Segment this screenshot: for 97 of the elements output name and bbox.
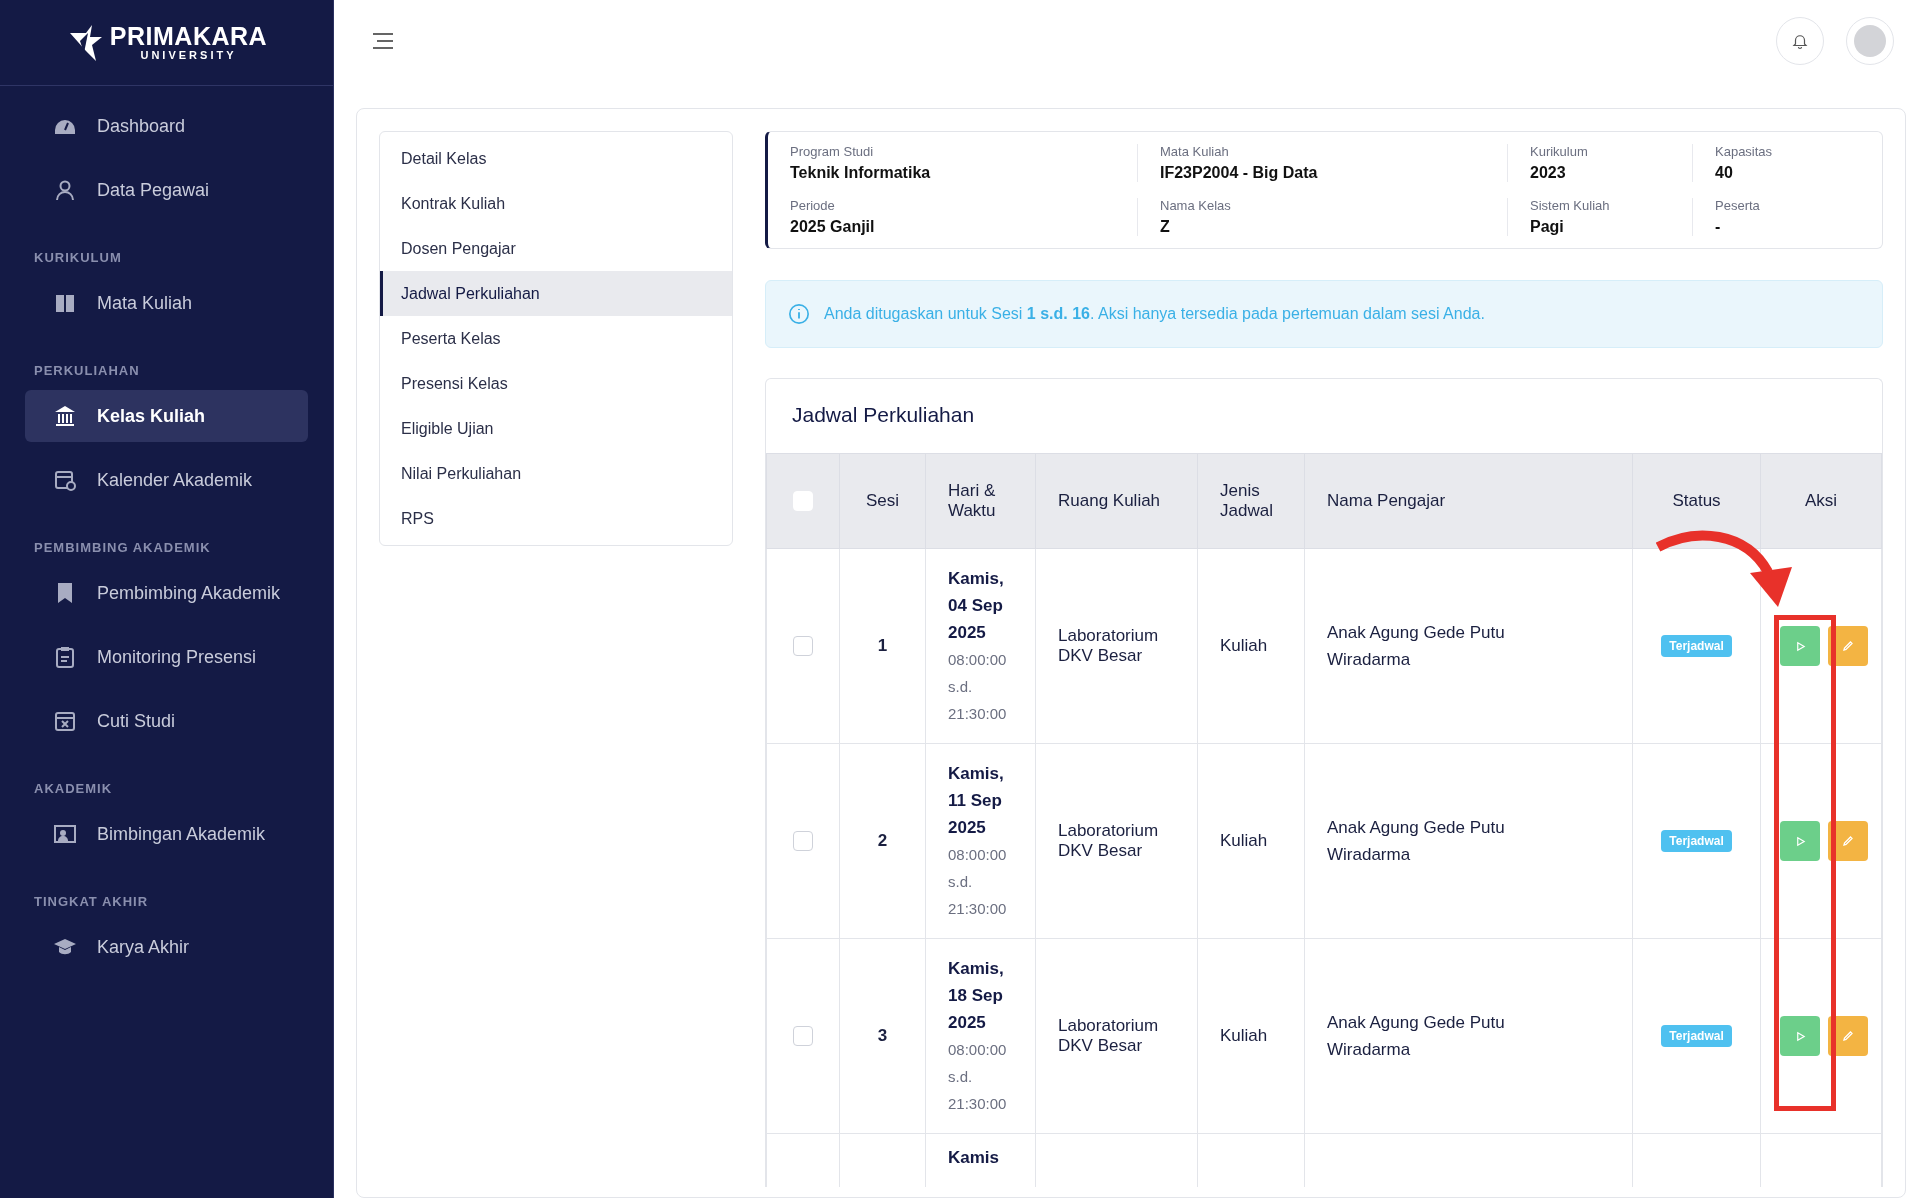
card-title: Jadwal Perkuliahan [791, 402, 976, 428]
sidebar-item[interactable]: Karya Akhir [25, 921, 308, 973]
start-button[interactable] [1780, 1016, 1820, 1056]
info-label: Program Studi [790, 144, 875, 159]
status-badge: Terjadwal [1661, 830, 1732, 852]
column-header: Aksi [1760, 453, 1882, 549]
info-label: Kapasitas [1715, 144, 1774, 159]
info-value: - [1715, 218, 1722, 236]
room-name: Laboratorium DKV Besar [1058, 821, 1159, 860]
info-value: 2023 [1530, 164, 1567, 182]
sidebar-item[interactable]: Pembimbing Akademik [25, 567, 308, 619]
edit-button[interactable] [1828, 821, 1868, 861]
pencil-icon [1842, 640, 1854, 652]
room-name: Laboratorium DKV Besar [1058, 1016, 1159, 1055]
row-checkbox[interactable] [793, 636, 813, 657]
info-label: Sistem Kuliah [1530, 198, 1611, 213]
sidebar-heading: AKADEMIK [33, 780, 114, 798]
info-label: Nama Kelas [1160, 198, 1232, 213]
brand-name: PRIMAKARA [109, 24, 268, 49]
detail-nav-item[interactable]: Eligible Ujian [380, 406, 732, 451]
sidebar-heading: PERKULIAHAN [33, 362, 141, 380]
info-label: Peserta [1715, 198, 1761, 213]
detail-nav-item[interactable]: Peserta Kelas [380, 316, 732, 361]
lecturer-name: Anak Agung Gede Putu Wiradarma [1327, 622, 1506, 671]
detail-nav-item[interactable]: Nilai Perkuliahan [380, 451, 732, 496]
play-icon [1794, 640, 1806, 652]
session-number: 3 [877, 1026, 888, 1045]
sidebar-item[interactable]: Cuti Studi [25, 695, 308, 747]
row-checkbox[interactable] [793, 1026, 813, 1047]
column-header: Status [1632, 453, 1761, 549]
sidebar-item[interactable]: Bimbingan Akademik [25, 808, 308, 860]
pencil-icon [1842, 1030, 1854, 1042]
schedule-type: Kuliah [1220, 831, 1268, 850]
edit-button[interactable] [1828, 626, 1868, 666]
menu-icon[interactable] [372, 32, 394, 50]
status-badge: Terjadwal [1661, 1025, 1732, 1047]
bell-icon [1791, 32, 1809, 50]
building-icon [53, 404, 77, 428]
row-checkbox[interactable] [793, 831, 813, 852]
session-time: 08:00:00 s.d. 21:30:00 [948, 1040, 1008, 1114]
info-value: Z [1160, 218, 1171, 236]
schedule-type: Kuliah [1220, 1026, 1268, 1045]
lecturer-name: Anak Agung Gede Putu Wiradarma [1327, 817, 1506, 866]
detail-nav-item[interactable]: Kontrak Kuliah [380, 181, 732, 226]
column-header: Sesi [839, 453, 926, 549]
sidebar-item[interactable]: Monitoring Presensi [25, 631, 308, 683]
session-time: 08:00:00 s.d. 21:30:00 [948, 845, 1008, 919]
column-header: Nama Pengajar [1304, 453, 1633, 549]
detail-nav-item[interactable]: Dosen Pengajar [380, 226, 732, 271]
lecturer-name: Anak Agung Gede Putu Wiradarma [1327, 1012, 1506, 1061]
start-button[interactable] [1780, 626, 1820, 666]
info-label: Mata Kuliah [1160, 144, 1230, 159]
info-value: 40 [1715, 164, 1734, 182]
session-time: 08:00:00 s.d. 21:30:00 [948, 650, 1008, 724]
status-badge: Terjadwal [1661, 635, 1732, 657]
room-name: Laboratorium DKV Besar [1058, 626, 1159, 665]
column-header: Jenis Jadwal [1197, 453, 1305, 549]
info-label: Kurikulum [1530, 144, 1589, 159]
session-date: Kamis [948, 1147, 1001, 1169]
board-icon [53, 822, 77, 846]
info-value: IF23P2004 - Big Data [1160, 164, 1319, 182]
info-value: 2025 Ganjil [790, 218, 876, 236]
info-value: Pagi [1530, 218, 1565, 236]
detail-nav-item[interactable]: Jadwal Perkuliahan [380, 271, 732, 316]
play-icon [1794, 1030, 1806, 1042]
info-value: Teknik Informatika [790, 164, 932, 182]
schedule-type: Kuliah [1220, 636, 1268, 655]
sidebar-item[interactable]: Kalender Akademik [25, 454, 308, 506]
clipboard-icon [53, 645, 77, 669]
sidebar-item[interactable]: Mata Kuliah [25, 277, 308, 329]
calendar-icon [53, 468, 77, 492]
edit-button[interactable] [1828, 1016, 1868, 1056]
column-header: Hari & Waktu [925, 453, 1036, 549]
sidebar-item[interactable]: Dashboard [25, 100, 308, 152]
sidebar-heading: KURIKULUM [33, 249, 123, 267]
session-number: 1 [877, 636, 888, 655]
brand-subtitle: UNIVERSITY [140, 49, 237, 61]
alert-text: Anda ditugaskan untuk Sesi 1 s.d. 16. Aksi hanya tersedia pada pertemuan dalam sesi Anda. [824, 305, 1485, 323]
sidebar-item[interactable]: Kelas Kuliah [25, 390, 308, 442]
start-button[interactable] [1780, 821, 1820, 861]
info-label: Periode [790, 198, 836, 213]
sidebar-item[interactable]: Data Pegawai [25, 164, 308, 216]
session-number: 2 [877, 831, 888, 850]
pencil-icon [1842, 835, 1854, 847]
session-date: Kamis, 18 Sep 2025 [948, 958, 1005, 1034]
session-date: Kamis, 11 Sep 2025 [948, 763, 1005, 839]
user-icon [53, 178, 77, 202]
detail-nav-item[interactable]: Detail Kelas [380, 136, 732, 181]
play-icon [1794, 835, 1806, 847]
calendar-x-icon [53, 709, 77, 733]
sidebar-heading: TINGKAT AKHIR [33, 893, 150, 911]
detail-nav-item[interactable]: RPS [380, 496, 732, 541]
detail-nav-item[interactable]: Presensi Kelas [380, 361, 732, 406]
column-header: Ruang Kuliah [1035, 453, 1198, 549]
info-icon [788, 303, 810, 325]
session-date: Kamis, 04 Sep 2025 [948, 568, 1005, 644]
sidebar-heading: PEMBIMBING AKADEMIK [33, 539, 212, 557]
